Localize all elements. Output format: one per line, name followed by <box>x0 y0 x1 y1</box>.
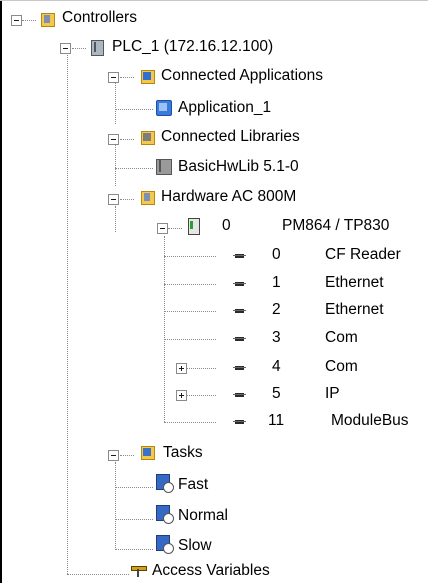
tree-line <box>182 395 216 396</box>
access-variables-icon <box>130 564 148 578</box>
tree-node-module-ip[interactable]: IP <box>325 384 340 404</box>
tree-line <box>168 228 182 229</box>
tree-node-module-cf-reader[interactable]: CF Reader <box>325 245 401 265</box>
tree-line <box>115 462 116 550</box>
tree-line <box>115 109 153 110</box>
tree-line <box>115 206 116 232</box>
tree-line <box>115 82 116 124</box>
com-port-icon <box>233 335 247 343</box>
collapse-toggle-tasks[interactable] <box>108 450 119 461</box>
ethernet-port-icon <box>233 307 247 315</box>
project-tree-view: Controllers PLC_1 (172.16.12.100) Connec… <box>0 0 428 583</box>
tasks-folder-icon <box>140 444 156 460</box>
hardware-folder-icon <box>140 189 155 205</box>
com-port-icon <box>233 364 247 372</box>
collapse-toggle-controllers[interactable] <box>11 15 22 26</box>
collapse-toggle-cpu[interactable] <box>157 223 168 234</box>
tree-top-border <box>0 0 428 1</box>
collapse-toggle-plc[interactable] <box>60 43 71 54</box>
library-icon <box>155 158 172 175</box>
tree-line <box>182 368 216 369</box>
tree-node-application[interactable]: Application_1 <box>178 98 271 118</box>
tree-node-task-fast[interactable]: Fast <box>178 475 208 495</box>
tree-line <box>67 50 68 574</box>
task-normal-icon <box>155 505 174 524</box>
tree-node-cpu[interactable]: PM864 / TP830 <box>282 216 389 236</box>
tree-node-connected-libraries[interactable]: Connected Libraries <box>161 127 300 147</box>
module-position: 0 <box>272 246 281 263</box>
tree-line <box>115 144 116 186</box>
tree-node-module-ethernet-1[interactable]: Ethernet <box>325 273 384 293</box>
tree-line <box>115 168 153 169</box>
controllers-folder-icon <box>40 11 55 27</box>
collapse-toggle-hardware[interactable] <box>108 194 119 205</box>
ip-port-icon <box>233 391 247 399</box>
tree-node-library[interactable]: BasicHwLib 5.1-0 <box>178 157 299 177</box>
tree-line <box>164 284 216 285</box>
expand-toggle-com-4[interactable] <box>176 363 187 374</box>
tree-line <box>120 139 134 140</box>
cpu-position: 0 <box>222 217 231 234</box>
task-fast-icon <box>155 474 174 493</box>
task-slow-icon <box>155 535 174 554</box>
cf-reader-port-icon <box>233 252 247 260</box>
module-position: 1 <box>272 274 281 291</box>
module-position: 4 <box>272 358 281 375</box>
tree-line <box>115 549 153 550</box>
tree-line <box>164 422 216 423</box>
tree-node-plc[interactable]: PLC_1 (172.16.12.100) <box>112 37 273 57</box>
tree-line <box>67 574 129 575</box>
connected-applications-folder-icon <box>140 68 155 84</box>
tree-line <box>164 236 165 422</box>
tree-node-module-com-3[interactable]: Com <box>325 328 358 348</box>
connected-libraries-folder-icon <box>140 129 155 145</box>
tree-line <box>72 48 86 49</box>
tree-left-border <box>0 0 2 583</box>
tree-line <box>164 256 216 257</box>
tree-line <box>120 199 134 200</box>
tree-node-hardware[interactable]: Hardware AC 800M <box>161 187 296 207</box>
module-position: 11 <box>268 412 285 429</box>
tree-node-tasks[interactable]: Tasks <box>163 443 203 463</box>
tree-node-module-com-4[interactable]: Com <box>325 357 358 377</box>
tree-node-access-variables[interactable]: Access Variables <box>152 561 270 581</box>
module-position: 2 <box>272 301 281 318</box>
tree-node-task-slow[interactable]: Slow <box>178 536 212 556</box>
collapse-toggle-connected-applications[interactable] <box>108 72 119 83</box>
tree-line <box>164 339 216 340</box>
tree-node-task-normal[interactable]: Normal <box>178 506 228 526</box>
plc-controller-icon <box>89 39 105 56</box>
module-position: 5 <box>272 385 281 402</box>
expand-toggle-ip[interactable] <box>176 390 187 401</box>
ethernet-port-icon <box>233 280 247 288</box>
tree-line <box>164 311 216 312</box>
modulebus-port-icon <box>233 418 247 426</box>
tree-line <box>120 77 134 78</box>
tree-line <box>115 487 153 488</box>
tree-node-module-ethernet-2[interactable]: Ethernet <box>325 300 384 320</box>
collapse-toggle-connected-libraries[interactable] <box>108 134 119 145</box>
tree-node-module-modulebus[interactable]: ModuleBus <box>331 411 409 431</box>
tree-line <box>120 455 134 456</box>
tree-line <box>115 519 153 520</box>
cpu-module-icon <box>186 218 202 235</box>
tree-node-controllers[interactable]: Controllers <box>62 8 137 28</box>
tree-line <box>22 20 36 21</box>
application-icon <box>155 99 172 116</box>
tree-node-connected-applications[interactable]: Connected Applications <box>161 66 323 86</box>
module-position: 3 <box>272 329 281 346</box>
